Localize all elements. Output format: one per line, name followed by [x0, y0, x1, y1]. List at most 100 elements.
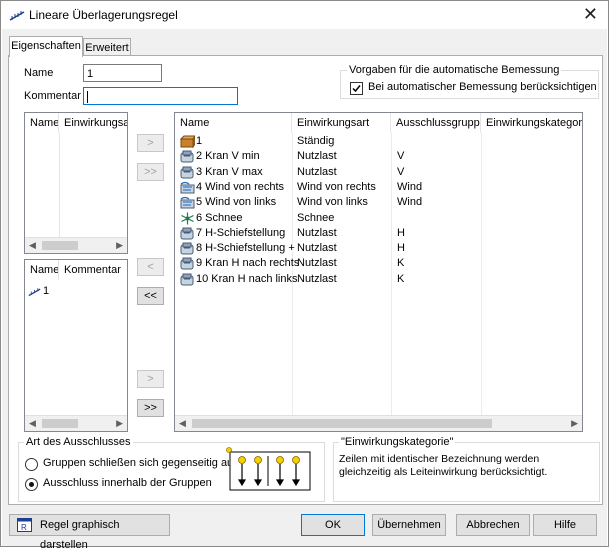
category-group-title: "Einwirkungskategorie" [339, 436, 456, 448]
horizontal-scrollbar[interactable]: ◀ ▶ [25, 415, 127, 431]
wind-icon [180, 196, 195, 209]
scroll-right-icon[interactable]: ▶ [116, 240, 123, 251]
properties-panel: Name 1 Kommentar Vorgaben für die automa… [8, 55, 603, 505]
name-field[interactable]: 1 [83, 64, 162, 82]
column-header-name[interactable]: Name [175, 113, 292, 133]
close-icon[interactable]: ✕ [583, 4, 598, 25]
scroll-left-icon[interactable]: ◀ [29, 418, 36, 429]
remove-all-button[interactable]: << [137, 287, 164, 305]
category-description: Zeilen mit identischer Bezeichnung werde… [339, 453, 548, 478]
ok-button[interactable]: OK [301, 514, 365, 536]
cell-name: 2 Kran V min [196, 150, 260, 163]
title-bar[interactable]: Lineare Überlagerungsregel ✕ [1, 1, 608, 29]
cell-ausschlussgruppe: K [397, 257, 405, 270]
show-rule-graphic-button[interactable]: R Regel graphisch darstellen [9, 514, 170, 551]
overlay-rule-icon [28, 288, 41, 297]
column-header-einwirkungsart[interactable]: Einwirkungsart [292, 113, 391, 133]
cell-einwirkungsart: Nutzlast [297, 272, 337, 285]
cell-name: 3 Kran V max [196, 165, 263, 178]
crane-icon [180, 166, 195, 179]
scroll-right-icon[interactable]: ▶ [116, 418, 123, 429]
table-row[interactable]: 5 Wind von links Wind von links Wind [175, 195, 582, 210]
scroll-right-icon[interactable]: ▶ [571, 418, 578, 429]
cell-einwirkungsart: Nutzlast [297, 165, 337, 178]
crane-icon [180, 257, 195, 270]
cancel-button[interactable]: Abbrechen [456, 514, 530, 536]
cell-name: 6 Schnee [196, 211, 243, 224]
available-actions-list[interactable]: Name Einwirkungsart ◀ ▶ [24, 112, 128, 254]
dialog-window: Lineare Überlagerungsregel ✕ Eigenschaft… [0, 0, 609, 551]
crane-icon [180, 273, 195, 286]
cell-name: 10 Kran H nach links [196, 272, 298, 285]
table-row[interactable]: 3 Kran V max Nutzlast V [175, 165, 582, 180]
column-header-ausschlussgruppe[interactable]: Ausschlussgruppe [391, 113, 481, 133]
cell-name: 4 Wind von rechts [196, 180, 285, 193]
checkmark-icon [352, 85, 361, 93]
scroll-left-icon[interactable]: ◀ [179, 418, 186, 429]
add-all-button[interactable]: >> [137, 163, 164, 181]
cell-einwirkungsart: Nutzlast [297, 150, 337, 163]
table-row[interactable]: 7 H-Schiefstellung Nutzlast H [175, 226, 582, 241]
rule-name: 1 [43, 285, 50, 297]
exclusion-group-title: Art des Ausschlusses [24, 436, 133, 448]
cell-name: 1 [196, 135, 203, 147]
add-one-button-lower[interactable]: > [137, 370, 164, 388]
horizontal-scrollbar[interactable]: ◀ ▶ [25, 237, 127, 253]
exclusion-within-groups-radio[interactable] [25, 478, 38, 491]
cell-einwirkungsart: Wind von rechts [297, 180, 376, 193]
tab-eigenschaften[interactable]: Eigenschaften [9, 36, 83, 57]
add-all-button-lower[interactable]: >> [137, 399, 164, 417]
table-row[interactable]: 6 Schnee Schnee [175, 211, 582, 226]
apply-button[interactable]: Übernehmen [372, 514, 446, 536]
scroll-left-icon[interactable]: ◀ [29, 240, 36, 251]
show-rule-graphic-label: Regel graphisch darstellen [40, 519, 120, 551]
crane-icon [180, 150, 195, 163]
column-header-kommentar[interactable]: Kommentar [59, 260, 127, 280]
window-title: Lineare Überlagerungsregel [29, 8, 178, 22]
exclusion-within-groups-label: Ausschluss innerhalb der Gruppen [43, 477, 212, 489]
cell-ausschlussgruppe: H [397, 226, 405, 239]
column-header-einwirkungsart[interactable]: Einwirkungsart [59, 113, 127, 133]
table-row[interactable]: 9 Kran H nach rechts Nutzlast K [175, 256, 582, 271]
cell-name: 9 Kran H nach rechts [196, 257, 300, 270]
cell-ausschlussgruppe: H [397, 242, 405, 255]
scrollbar-thumb[interactable] [42, 419, 78, 428]
table-row[interactable]: 4 Wind von rechts Wind von rechts Wind [175, 180, 582, 195]
overlay-rule-icon [9, 11, 25, 21]
table-row[interactable]: 2 Kran V min Nutzlast V [175, 149, 582, 164]
crane-icon [180, 227, 195, 240]
remove-one-button[interactable]: < [137, 258, 164, 276]
table-row[interactable]: 1 Ständig [175, 134, 582, 149]
cell-ausschlussgruppe: V [397, 150, 405, 163]
horizontal-scrollbar[interactable]: ◀ ▶ [175, 415, 582, 431]
cell-name: 7 H-Schiefstellung [196, 226, 286, 239]
column-header-name[interactable]: Name [25, 113, 59, 133]
auto-design-label: Bei automatischer Bemessung berücksichti… [368, 81, 597, 93]
permanent-load-icon [179, 134, 196, 149]
cell-einwirkungsart: Nutzlast [297, 226, 337, 239]
wind-icon [180, 181, 195, 194]
column-header-einwirkungskategorie[interactable]: Einwirkungskategorie [481, 113, 582, 133]
cell-einwirkungsart: Nutzlast [297, 242, 337, 255]
add-one-button[interactable]: > [137, 134, 164, 152]
selected-rules-list[interactable]: Name Kommentar 1 ◀ ▶ [24, 259, 128, 432]
cell-name: 5 Wind von links [196, 196, 277, 209]
cell-einwirkungsart: Schnee [297, 211, 335, 224]
scrollbar-thumb[interactable] [42, 241, 78, 250]
comment-field[interactable] [83, 87, 238, 105]
name-label: Name [24, 67, 54, 79]
exclusive-groups-radio[interactable] [25, 458, 38, 471]
table-row[interactable]: 10 Kran H nach links Nutzlast K [175, 272, 582, 287]
svg-text:R: R [21, 523, 27, 532]
cell-einwirkungsart: Wind von links [297, 196, 368, 209]
exclusion-diagram-icon [226, 447, 311, 491]
cell-ausschlussgruppe: V [397, 165, 405, 178]
auto-design-checkbox[interactable] [350, 82, 363, 95]
actions-table[interactable]: Name Einwirkungsart Ausschlussgruppe Ein… [174, 112, 583, 432]
table-row[interactable]: 8 H-Schiefstellung + Nutzlast H [175, 241, 582, 256]
help-button[interactable]: Hilfe [533, 514, 597, 536]
snow-icon [180, 212, 195, 225]
scrollbar-thumb[interactable] [192, 419, 492, 428]
dialog-body: Eigenschaften Erweitert Name 1 Kommentar… [2, 29, 607, 551]
column-header-name[interactable]: Name [25, 260, 59, 280]
